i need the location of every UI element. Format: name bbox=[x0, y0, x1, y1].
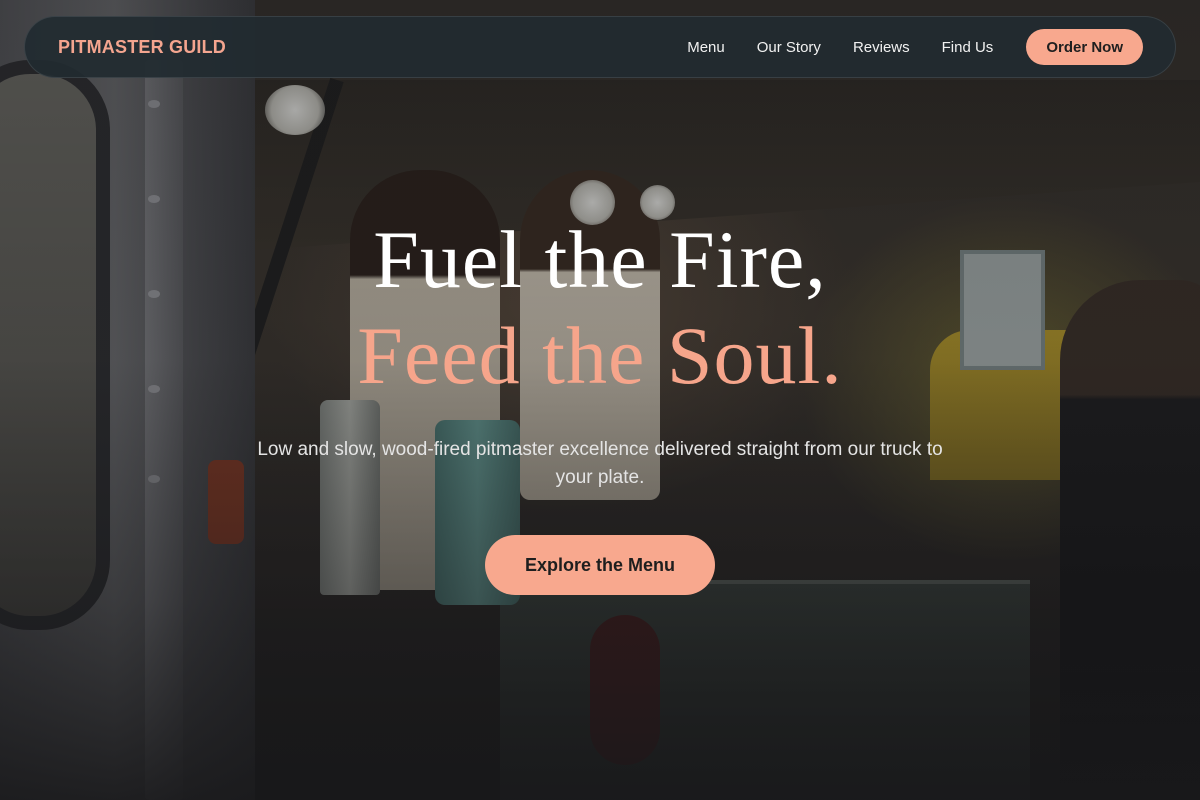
explore-menu-button[interactable]: Explore the Menu bbox=[484, 535, 716, 595]
headline-line-1: Fuel the Fire, bbox=[373, 214, 827, 305]
nav-link-reviews[interactable]: Reviews bbox=[853, 39, 910, 56]
headline-line-2: Feed the Soul. bbox=[357, 310, 843, 401]
top-navigation-bar: PITMASTER GUILD Menu Our Story Reviews F… bbox=[24, 16, 1176, 78]
nav-links: Menu Our Story Reviews Find Us Order Now bbox=[687, 29, 1143, 65]
brand-logo[interactable]: PITMASTER GUILD bbox=[58, 37, 226, 58]
order-now-button[interactable]: Order Now bbox=[1026, 29, 1143, 65]
hero-section: Fuel the Fire, Feed the Soul. Low and sl… bbox=[0, 212, 1200, 595]
nav-link-our-story[interactable]: Our Story bbox=[757, 39, 821, 56]
nav-link-menu[interactable]: Menu bbox=[687, 39, 725, 56]
nav-link-find-us[interactable]: Find Us bbox=[942, 39, 994, 56]
hero-subtitle: Low and slow, wood-fired pitmaster excel… bbox=[257, 439, 943, 488]
hero-headline: Fuel the Fire, Feed the Soul. bbox=[0, 212, 1200, 404]
